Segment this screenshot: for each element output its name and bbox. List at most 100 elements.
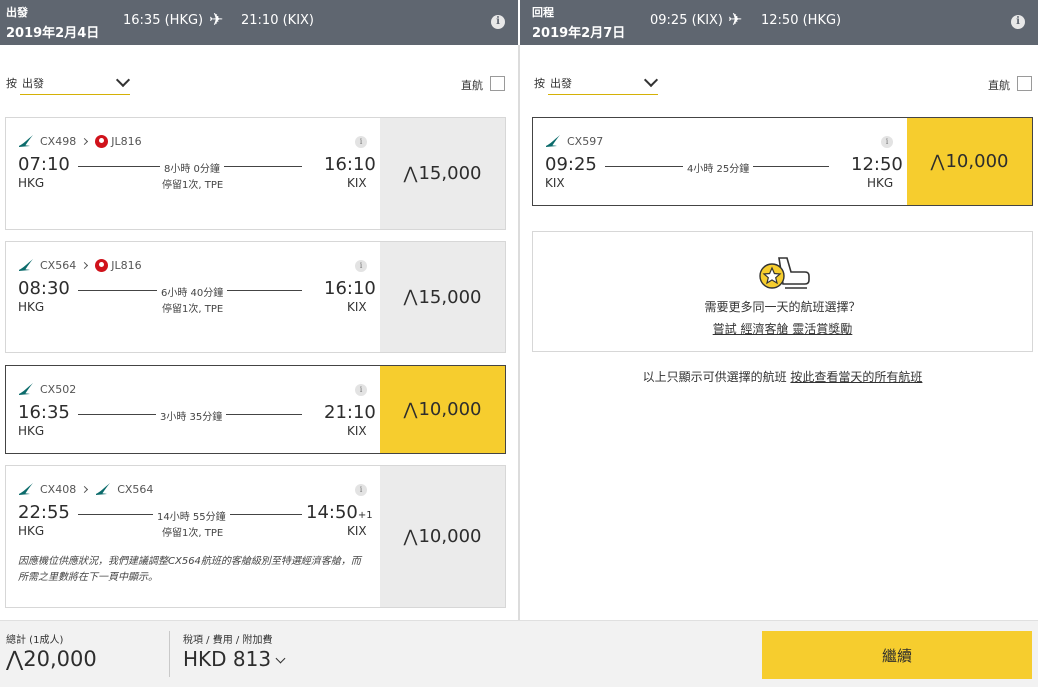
info-icon[interactable]: i	[881, 136, 893, 148]
info-icon[interactable]: i	[491, 15, 505, 29]
dep-airport: HKG	[18, 524, 45, 538]
dep-time: 22:55	[18, 502, 70, 523]
info-icon[interactable]: i	[355, 260, 367, 272]
sort-value: 出發	[550, 77, 572, 90]
promo-links: 嘗試 經濟客艙 靈活賞獎勵	[533, 320, 1032, 337]
return-date: 2019年2月7日	[532, 26, 626, 41]
plane-icon: ✈	[209, 10, 224, 30]
chevron-right-icon	[81, 137, 89, 145]
next-day-badge: +1	[357, 510, 373, 521]
dep-time: 08:30	[18, 278, 70, 299]
flight-card[interactable]: CX408 CX564 i 22:55 HKG 14小時 55分鐘 停留1次, …	[5, 465, 506, 608]
only-available-note: 以上只顯示可供選擇的航班 按此查看當天的所有航班	[532, 368, 1033, 385]
return-nonstop-label: 直航	[988, 79, 1010, 92]
cathay-logo-icon	[19, 135, 33, 147]
airline-row: CX408 CX564	[18, 481, 153, 497]
info-icon[interactable]: i	[355, 384, 367, 396]
arr-time: 16:10	[324, 278, 376, 299]
info-icon[interactable]: i	[1011, 15, 1025, 29]
stop-info: 停留1次, TPE	[162, 528, 224, 539]
info-icon[interactable]: i	[355, 136, 367, 148]
cathay-logo-icon	[19, 259, 33, 271]
chevron-down-icon	[115, 72, 131, 88]
dep-airport: HKG	[18, 424, 45, 438]
asia-miles-icon: ⋀	[403, 163, 418, 184]
flight-number: CX502	[40, 382, 77, 396]
asia-miles-icon: ⋀	[403, 287, 418, 307]
arr-airport: KIX	[347, 176, 367, 190]
price-button[interactable]: ⋀ 15,000	[380, 242, 505, 352]
flight-number: JL816	[111, 134, 142, 148]
flight-number: CX564	[117, 482, 154, 496]
flight-number: CX564	[40, 258, 77, 272]
outbound-nonstop-checkbox[interactable]	[490, 76, 505, 91]
only-available-text: 以上只顯示可供選擇的航班	[642, 370, 791, 384]
tax-dropdown[interactable]: HKD 813	[183, 647, 286, 671]
flight-number: CX597	[567, 134, 604, 148]
return-label: 回程	[532, 6, 554, 19]
arr-time: 12:50	[851, 154, 903, 175]
outbound-sort-dropdown[interactable]: 出發	[20, 72, 131, 95]
duration: 4小時 25分鐘	[683, 160, 754, 175]
arr-time: 16:10	[324, 154, 376, 175]
price-button[interactable]: ⋀ 10,000	[380, 466, 505, 607]
outbound-arr: 21:10 (KIX)	[241, 13, 315, 28]
price-button[interactable]: ⋀ 15,000	[380, 118, 505, 229]
plane-icon: ✈	[728, 10, 743, 30]
return-dep: 09:25 (KIX)	[650, 13, 724, 28]
chevron-right-icon	[81, 485, 89, 493]
dep-airport: KIX	[545, 176, 565, 190]
duration: 14小時 55分鐘	[153, 508, 230, 523]
outbound-sort: 按 出發	[6, 72, 136, 97]
return-arr: 12:50 (HKG)	[761, 13, 842, 28]
arr-airport: KIX	[347, 424, 367, 438]
dep-time: 16:35	[18, 402, 70, 423]
flight-card-selected[interactable]: CX502 i 16:35 HKG 3小時 35分鐘 21:10 KIX ⋀ 10…	[5, 365, 506, 454]
dep-airport: HKG	[18, 176, 45, 190]
summary-footer: 總計 (1成人) ⋀20,000 稅項 / 費用 / 附加費 HKD 813 繼…	[0, 620, 1038, 687]
outbound-dep: 16:35 (HKG)	[123, 13, 204, 28]
flight-card[interactable]: CX498 JL816 i 07:10 HKG 8小時 0分鐘 停留1次, TP…	[5, 117, 506, 230]
price-value: 10,000	[945, 151, 1009, 172]
more-flights-promo: 需要更多同一天的航班選擇？ 嘗試 經濟客艙 靈活賞獎勵	[532, 231, 1033, 352]
continue-button[interactable]: 繼續	[762, 631, 1032, 679]
asia-miles-icon: ⋀	[930, 151, 945, 172]
sort-by-label: 按	[534, 77, 545, 90]
return-header: 回程 2019年2月7日 09:25 (KIX) ✈ 12:50 (HKG) i	[520, 0, 1038, 45]
arr-airport: HKG	[867, 176, 894, 190]
jal-logo-icon	[95, 258, 109, 272]
price-button[interactable]: ⋀ 10,000	[907, 118, 1032, 205]
airline-row: CX502	[18, 381, 76, 397]
jal-logo-icon	[95, 134, 109, 148]
flight-number: CX498	[40, 134, 77, 148]
duration: 6小時 40分鐘	[157, 284, 228, 299]
outbound-header: 出發 2019年2月4日 16:35 (HKG) ✈ 21:10 (KIX) i	[0, 0, 518, 45]
asia-miles-icon: ⋀	[403, 526, 418, 547]
dep-time: 07:10	[18, 154, 70, 175]
return-sort: 按 出發	[534, 72, 664, 97]
total-value: ⋀20,000	[6, 647, 97, 671]
return-nonstop-checkbox[interactable]	[1017, 76, 1032, 91]
duration: 8小時 0分鐘	[160, 160, 224, 175]
return-flight-card-selected[interactable]: CX597 i 09:25 KIX 4小時 25分鐘 12:50 HKG ⋀ 10…	[532, 117, 1033, 206]
cathay-logo-icon	[19, 483, 33, 495]
flight-number: CX408	[40, 482, 77, 496]
promo-question: 需要更多同一天的航班選擇？	[704, 300, 861, 314]
price-button[interactable]: ⋀ 10,000	[380, 366, 505, 453]
flight-card[interactable]: CX564 JL816 i 08:30 HKG 6小時 40分鐘 停留1次, T…	[5, 241, 506, 353]
cathay-logo-icon	[546, 135, 560, 147]
stop-info: 停留1次, TPE	[162, 304, 224, 315]
duration: 3小時 35分鐘	[156, 408, 227, 423]
flex-award-link[interactable]: 嘗試 經濟客艙 靈活賞獎勵	[713, 322, 853, 336]
asia-miles-icon: ⋀	[403, 399, 418, 420]
sort-by-label: 按	[6, 77, 17, 90]
view-all-flights-link[interactable]: 按此查看當天的所有航班	[790, 370, 922, 384]
dep-airport: HKG	[18, 300, 45, 314]
return-sort-dropdown[interactable]: 出發	[548, 72, 659, 95]
arr-airport: KIX	[347, 524, 367, 538]
airline-row: CX498 JL816	[18, 133, 142, 149]
price-value: 10,000	[418, 526, 482, 547]
airline-row: CX597	[545, 133, 603, 149]
info-icon[interactable]: i	[355, 484, 367, 496]
sort-value: 出發	[22, 77, 44, 90]
